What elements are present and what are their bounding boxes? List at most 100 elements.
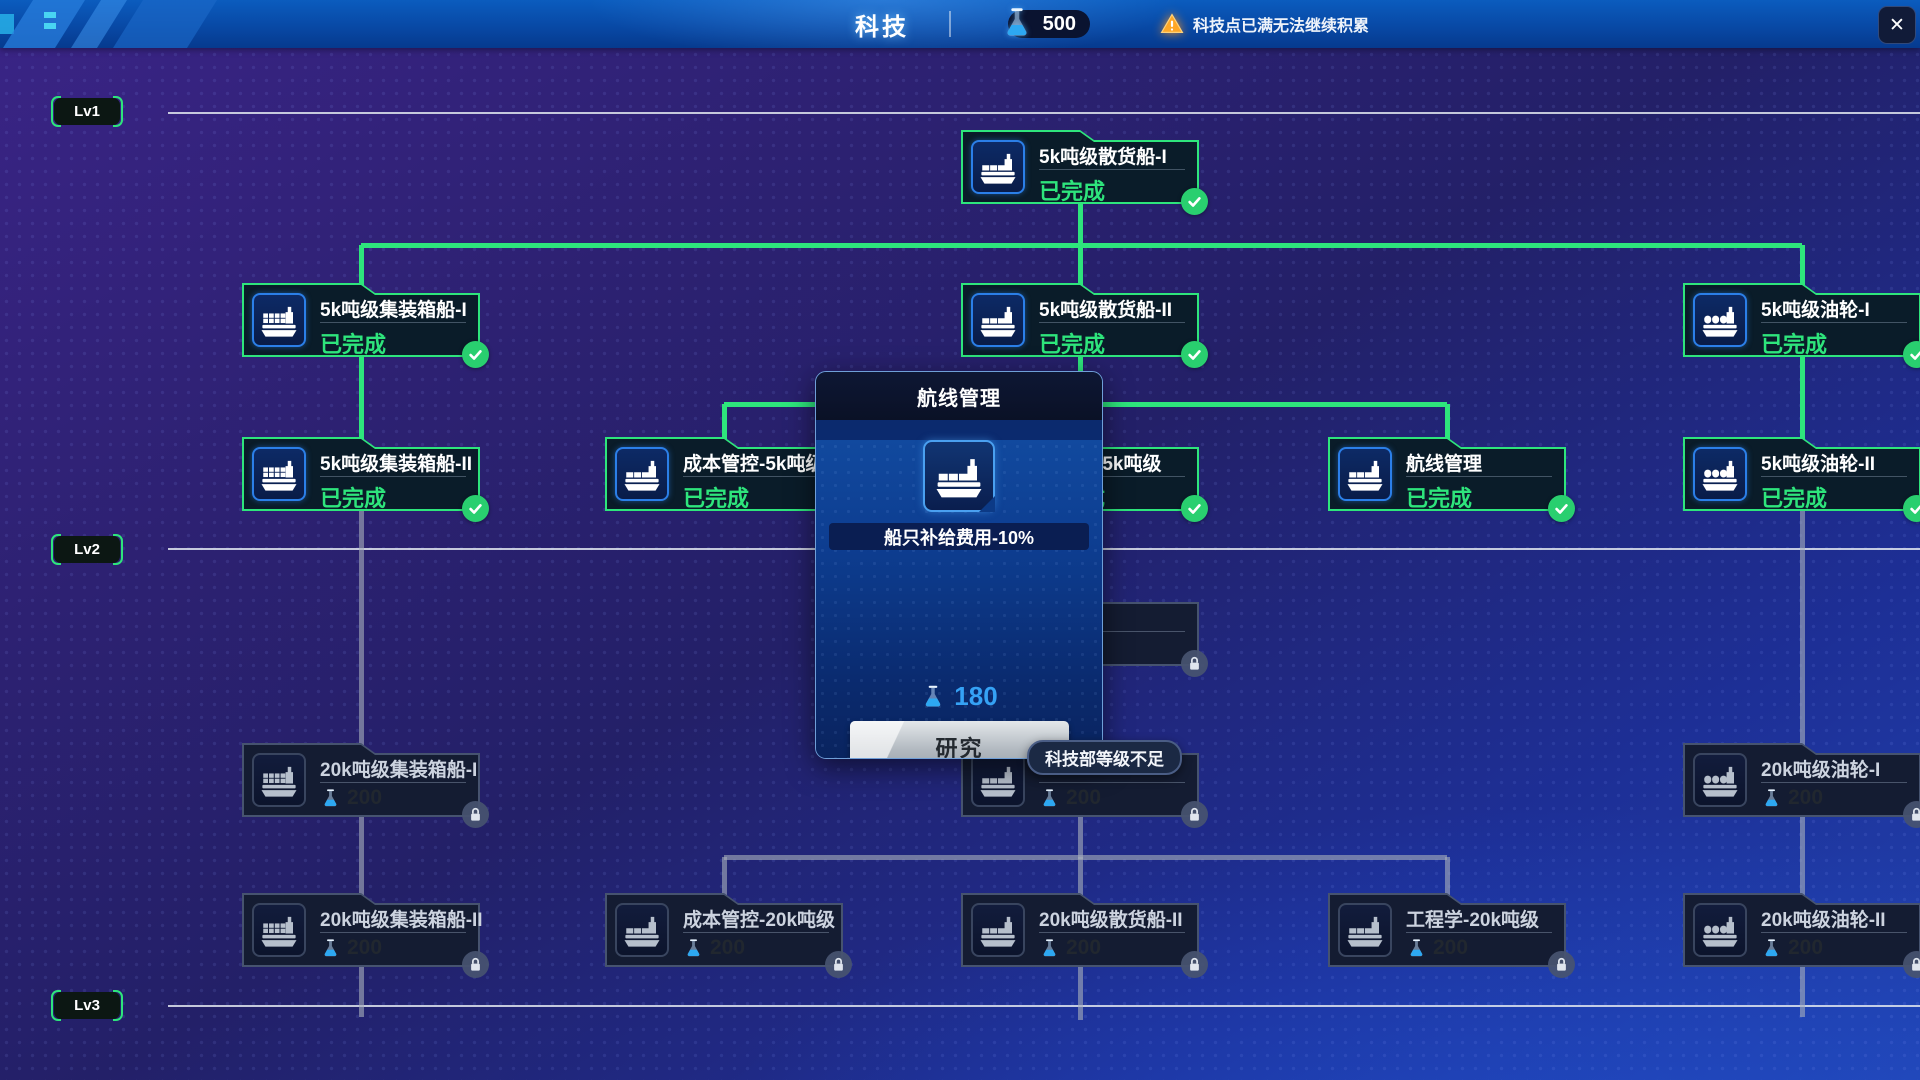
top-bar: 科技 500 科技点已满无法继续积累 ✕: [0, 0, 1920, 48]
node-cost-value: 200: [1066, 936, 1101, 960]
level-badge-lv3: Lv3: [54, 992, 120, 1019]
science-flask-icon: [1406, 938, 1427, 959]
connector-line: [359, 245, 364, 285]
node-body: 20k吨级集装箱船-II 200: [242, 893, 480, 967]
warning-message: 科技点已满无法继续积累: [1160, 0, 1369, 48]
tech-node[interactable]: 20k吨级集装箱船-I200: [242, 743, 480, 817]
node-title: 20k吨级集装箱船-II: [320, 905, 483, 932]
node-divider: [1039, 782, 1185, 783]
tech-node[interactable]: 成本管控-5k吨级已完成: [605, 437, 843, 511]
tech-node[interactable]: 5k吨级油轮-I已完成: [1683, 283, 1920, 357]
tech-node[interactable]: 5k吨级散货船-II已完成: [961, 283, 1199, 357]
connector-line: [1800, 245, 1805, 285]
science-flask-icon: [683, 938, 704, 959]
locked-lock-icon: [1181, 650, 1208, 677]
node-title: 工程学-20k吨级: [1406, 905, 1539, 932]
node-body: 5k吨级散货船-II已完成: [961, 283, 1199, 357]
node-cost-row: 200: [320, 786, 382, 810]
connector-line: [1445, 404, 1450, 439]
tech-tree-screen: Lv1 Lv2 Lv3 5k吨级散货船-I已完成5k吨级集装箱船-I已完成5k吨…: [0, 0, 1920, 1080]
popup-cost-value: 180: [954, 681, 997, 712]
connector-line: [724, 855, 1447, 860]
connector-line: [722, 404, 727, 439]
tech-node[interactable]: 20k吨级散货船-II200: [961, 893, 1199, 967]
close-button[interactable]: ✕: [1878, 6, 1916, 44]
connector-line: [359, 357, 364, 439]
tech-node[interactable]: 5k吨级油轮-II已完成: [1683, 437, 1920, 511]
node-body: 5k吨级散货船-I已完成: [961, 130, 1199, 204]
node-status: 已完成: [320, 481, 386, 513]
container-ship-icon: [252, 753, 306, 807]
connector-line: [359, 817, 364, 895]
science-flask-icon: [920, 684, 946, 710]
popup-header: 航线管理: [816, 372, 1102, 420]
tanker-ship-icon: [1693, 293, 1747, 347]
node-cost-value: 200: [1788, 936, 1823, 960]
connector-line: [359, 511, 364, 745]
tech-node[interactable]: 成本管控-20k吨级200: [605, 893, 843, 967]
node-body: 成本管控-5k吨级已完成: [605, 437, 843, 511]
science-flask-icon: [1000, 6, 1034, 40]
node-status: 已完成: [1039, 327, 1105, 359]
node-body: 5k吨级集装箱船-II 已完成: [242, 437, 480, 511]
completed-check-icon: [1181, 341, 1208, 368]
insufficient-level-tooltip: 科技部等级不足: [1027, 740, 1182, 775]
tech-points-value: 500: [1043, 13, 1076, 36]
node-body: 20k吨级散货船-II200: [961, 893, 1199, 967]
tech-node[interactable]: 5k吨级集装箱船-II 已完成: [242, 437, 480, 511]
node-divider: [1039, 322, 1185, 323]
node-body: 5k吨级集装箱船-I已完成: [242, 283, 480, 357]
container-ship-icon: [252, 447, 306, 501]
completed-check-icon: [462, 341, 489, 368]
node-body: 20k吨级油轮-II200: [1683, 893, 1920, 967]
node-divider: [683, 932, 829, 933]
node-cost-value: 200: [710, 936, 745, 960]
connector-line: [722, 857, 727, 895]
tech-points-display: 500: [1008, 10, 1090, 38]
node-body: 成本管控-20k吨级200: [605, 893, 843, 967]
warning-triangle-icon: [1160, 12, 1184, 36]
connector-line: [1445, 857, 1450, 895]
node-body: 5k吨级油轮-II已完成: [1683, 437, 1920, 511]
node-divider: [1039, 932, 1185, 933]
tech-node[interactable]: 航线管理已完成: [1328, 437, 1566, 511]
node-title: 20k吨级油轮-I: [1761, 755, 1880, 782]
node-cost-value: 200: [347, 936, 382, 960]
node-divider: [1406, 932, 1552, 933]
bulk-ship-icon: [1338, 447, 1392, 501]
node-status: 已完成: [1406, 481, 1472, 513]
node-title: 航线管理: [1406, 449, 1482, 476]
bulk-ship-icon: [971, 140, 1025, 194]
container-ship-icon: [252, 903, 306, 957]
level-divider-line: [168, 1005, 1920, 1007]
completed-check-icon: [1548, 495, 1575, 522]
container-ship-icon: [252, 293, 306, 347]
node-title: 5k吨级集装箱船-II: [320, 449, 472, 476]
node-cost-row: 200: [683, 936, 745, 960]
level-badge-lv2: Lv2: [54, 536, 120, 563]
node-cost-row: 200: [1761, 786, 1823, 810]
tech-node[interactable]: 工程学-20k吨级200: [1328, 893, 1566, 967]
tech-node[interactable]: 5k吨级散货船-I已完成: [961, 130, 1199, 204]
node-divider: [320, 322, 466, 323]
node-cost-value: 200: [347, 786, 382, 810]
node-divider: [683, 476, 829, 477]
tech-node[interactable]: 20k吨级油轮-I 200: [1683, 743, 1920, 817]
tech-node[interactable]: 5k吨级集装箱船-I已完成: [242, 283, 480, 357]
node-divider: [1761, 476, 1907, 477]
tech-node[interactable]: 20k吨级集装箱船-II 200: [242, 893, 480, 967]
node-divider: [1761, 932, 1907, 933]
node-body: 工程学-20k吨级200: [1328, 893, 1566, 967]
locked-lock-icon: [462, 951, 489, 978]
tech-node[interactable]: 20k吨级油轮-II200: [1683, 893, 1920, 967]
node-title: 5k吨级集装箱船-I: [320, 295, 467, 322]
connector-line: [359, 967, 364, 1017]
tanker-ship-icon: [1693, 447, 1747, 501]
science-flask-icon: [1039, 788, 1060, 809]
connector-line: [1078, 204, 1083, 248]
cargo-ship-icon: [923, 440, 995, 512]
science-flask-icon: [320, 938, 341, 959]
page-title: 科技: [855, 0, 909, 48]
node-title: 成本管控-5k吨级: [683, 449, 824, 476]
node-divider: [320, 782, 466, 783]
